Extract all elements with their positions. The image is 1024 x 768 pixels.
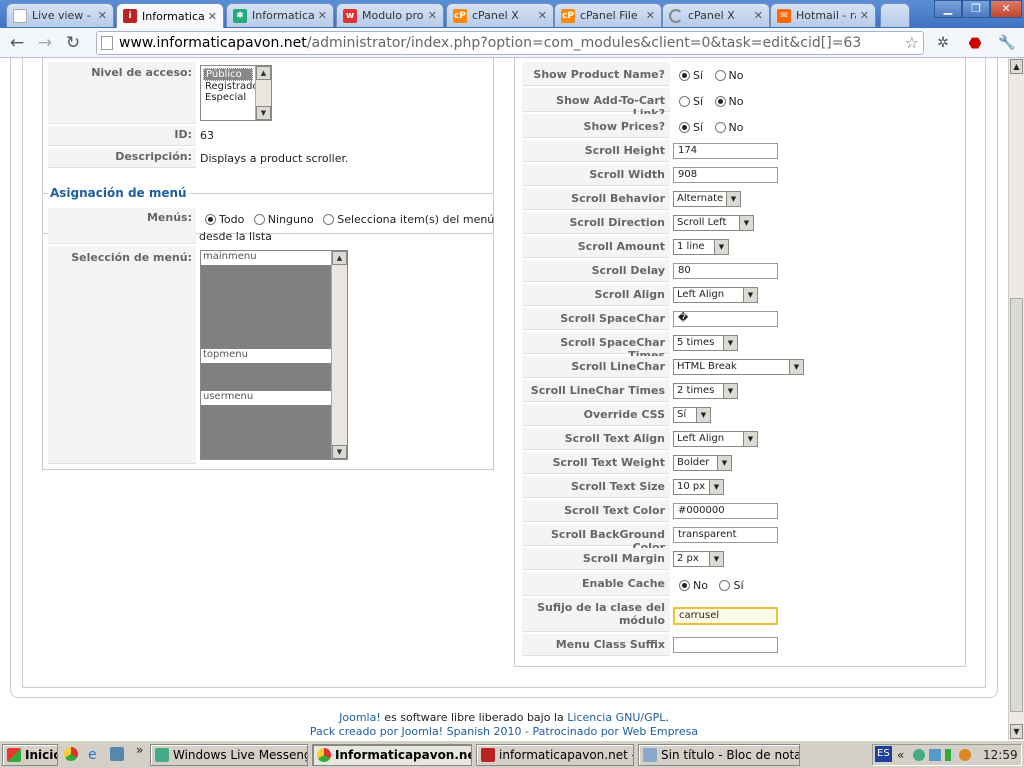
- tab-informatica-active[interactable]: i Informatica ✕: [116, 3, 224, 28]
- language-indicator[interactable]: ES: [875, 746, 892, 762]
- joomla-icon: ✱: [233, 8, 247, 23]
- signal-icon[interactable]: [945, 749, 955, 761]
- page-content: Nivel de acceso: Público Registrado Espe…: [0, 58, 1008, 740]
- license-link[interactable]: Licencia GNU/GPL: [567, 711, 665, 724]
- reload-icon[interactable]: ↻: [62, 32, 84, 54]
- new-tab-button[interactable]: [880, 3, 910, 27]
- loading-icon: [669, 8, 683, 23]
- close-icon[interactable]: ✕: [98, 9, 107, 22]
- messenger-icon: [155, 748, 169, 762]
- close-icon[interactable]: ✕: [860, 9, 869, 22]
- window-close-icon[interactable]: ✕: [990, 0, 1022, 18]
- page-scrollbar[interactable]: ▲ ▼: [1008, 58, 1024, 740]
- tab-cpanel-x-loading[interactable]: cPanel X ✕: [662, 3, 770, 27]
- address-bar[interactable]: www.informaticapavon.net/administrator/i…: [96, 31, 924, 55]
- quicklaunch-icon[interactable]: [110, 747, 124, 761]
- tab-live-view[interactable]: Live view - A✕: [6, 3, 114, 27]
- tab-cpanel-file[interactable]: cPcPanel File M✕: [554, 3, 662, 27]
- footer-line-1: Joomla! es software libre liberado bajo …: [339, 711, 669, 724]
- messenger-tray-icon[interactable]: [913, 749, 925, 761]
- minimize-icon[interactable]: ▁: [934, 0, 962, 18]
- page-footer: Joomla! es software libre liberado bajo …: [0, 711, 1008, 739]
- joomla-site-icon: i: [123, 9, 137, 23]
- taskbar-messenger[interactable]: Windows Live Messenger: [150, 744, 308, 766]
- w-icon: w: [343, 8, 357, 23]
- notepad-icon: [643, 748, 657, 762]
- clock[interactable]: 12:59: [983, 745, 1018, 765]
- scroll-down-icon[interactable]: ▼: [1010, 724, 1023, 739]
- system-tray: ES « 12:59: [872, 744, 1022, 766]
- footer-line-2[interactable]: Pack creado por Joomla! Spanish 2010 - P…: [0, 725, 1008, 739]
- taskbar-chrome-active[interactable]: Informaticapavon.ne...: [312, 744, 472, 766]
- chevron-right-icon[interactable]: »: [136, 743, 143, 757]
- tab-informatica[interactable]: ✱ Informatica ✕: [226, 3, 334, 27]
- close-icon[interactable]: ✕: [754, 9, 763, 22]
- windows-logo-icon: [7, 748, 21, 762]
- joomla-link[interactable]: Joomla!: [339, 711, 381, 724]
- close-icon[interactable]: ✕: [318, 9, 327, 22]
- close-icon[interactable]: ✕: [538, 9, 547, 22]
- bookmark-star-icon[interactable]: ☆: [905, 32, 919, 54]
- browser-tab-bar: Live view - A✕ iInformatica✕ ✱Informatic…: [0, 0, 1024, 28]
- taskbar-filezilla[interactable]: informaticapavon.net - i...: [476, 744, 634, 766]
- hotmail-icon: ✉: [777, 8, 791, 23]
- browser-toolbar: ← → ↻ www.informaticapavon.net/administr…: [0, 28, 1024, 58]
- wrench-icon[interactable]: 🔧: [996, 32, 1018, 54]
- page-icon: [101, 36, 113, 50]
- extension-icon[interactable]: ✲: [932, 32, 954, 54]
- inner-container: [22, 58, 986, 688]
- page-icon: [13, 8, 27, 23]
- cpanel-icon: cP: [453, 8, 467, 23]
- filezilla-icon: [481, 748, 495, 762]
- close-icon[interactable]: ✕: [428, 9, 437, 22]
- start-button[interactable]: Inicio: [2, 744, 58, 766]
- scrollbar-thumb[interactable]: [1010, 298, 1023, 712]
- forward-arrow-icon[interactable]: →: [34, 32, 56, 54]
- ie-icon[interactable]: e: [88, 747, 97, 763]
- network-icon[interactable]: [929, 749, 941, 761]
- back-arrow-icon[interactable]: ←: [6, 32, 28, 54]
- antivirus-icon[interactable]: [959, 749, 971, 761]
- chrome-icon[interactable]: [64, 747, 78, 761]
- close-icon[interactable]: ✕: [208, 10, 217, 23]
- windows-taskbar: Inicio e » Windows Live Messenger Inform…: [0, 740, 1024, 768]
- close-icon[interactable]: ✕: [646, 9, 655, 22]
- tab-modulo-prod[interactable]: w Modulo prod ✕: [336, 3, 444, 27]
- cpanel-icon: cP: [561, 8, 575, 23]
- scroll-up-icon[interactable]: ▲: [1010, 59, 1023, 74]
- adblock-icon[interactable]: ⬣: [964, 32, 986, 54]
- tab-cpanel-x[interactable]: cP cPanel X ✕: [446, 3, 554, 27]
- taskbar-notepad[interactable]: Sin título - Bloc de notas: [638, 744, 800, 766]
- restore-icon[interactable]: ❐: [962, 0, 990, 18]
- chevron-left-icon[interactable]: «: [897, 745, 904, 765]
- chrome-icon: [317, 748, 331, 762]
- tab-hotmail[interactable]: ✉Hotmail - raf✕: [770, 3, 876, 27]
